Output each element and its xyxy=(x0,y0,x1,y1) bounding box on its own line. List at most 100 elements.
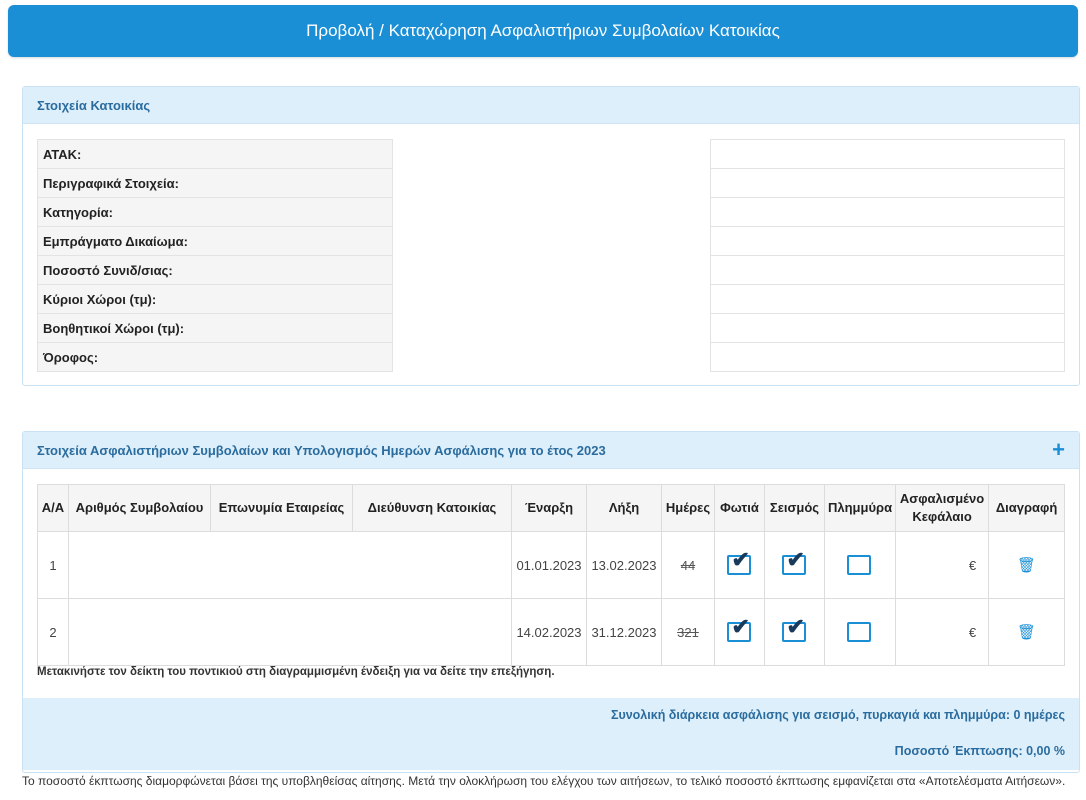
cell-address xyxy=(352,531,512,599)
checkbox-box xyxy=(847,621,872,642)
col-insured-capital: Ασφαλισμένο Κεφάλαιο xyxy=(895,484,990,532)
cell-end: 13.02.2023 xyxy=(586,531,662,599)
field-value xyxy=(710,226,1065,256)
col-address: Διεύθυνση Κατοικίας xyxy=(352,484,512,532)
policies-panel-header: Στοιχεία Ασφαλιστήριων Συμβολαίων και Υπ… xyxy=(23,432,1079,469)
cell-insured-capital: € xyxy=(895,531,990,599)
check-icon: ✔ xyxy=(731,546,750,572)
field-value xyxy=(710,139,1065,169)
days-value[interactable]: 44 xyxy=(681,558,695,573)
field-value xyxy=(392,139,711,169)
residence-info-table: ΑΤΑΚ: Περιγραφικά Στοιχεία: Κατηγορία: Ε… xyxy=(37,139,1065,372)
col-policy-number: Αριθμός Συμβολαίου xyxy=(68,484,211,532)
fire-checkbox[interactable]: ✔ xyxy=(726,548,753,575)
field-label: ΑΤΑΚ: xyxy=(37,139,393,169)
residence-row-floor: Όροφος: xyxy=(37,342,1065,372)
earthquake-checkbox[interactable]: ✔ xyxy=(781,615,808,642)
policies-table: Α/Α Αριθμός Συμβολαίου Επωνυμία Εταιρεία… xyxy=(37,484,1065,666)
hover-hint: Μετακινήστε τον δείκτη του ποντικιού στη… xyxy=(37,666,555,678)
table-row: 2 14.02.2023 31.12.2023 321 ✔ ✔ € 🗑 xyxy=(37,598,1065,666)
field-value xyxy=(392,284,711,314)
cell-aa: 2 xyxy=(37,598,69,666)
residence-panel-title: Στοιχεία Κατοικίας xyxy=(37,97,151,113)
table-row: 1 01.01.2023 13.02.2023 44 ✔ ✔ € 🗑 xyxy=(37,531,1065,599)
cell-flood xyxy=(823,598,897,666)
field-label: Ποσοστό Συνιδ/σιας: xyxy=(37,255,393,285)
residence-panel: Στοιχεία Κατοικίας ΑΤΑΚ: Περιγραφικά Στο… xyxy=(22,86,1080,386)
field-label: Κύριοι Χώροι (τμ): xyxy=(37,284,393,314)
trash-icon[interactable]: 🗑 xyxy=(1017,556,1036,574)
fire-checkbox[interactable]: ✔ xyxy=(726,615,753,642)
col-end: Λήξη xyxy=(586,484,662,532)
checkbox-box xyxy=(847,554,872,575)
total-duration: Συνολική διάρκεια ασφάλισης για σεισμό, … xyxy=(610,708,1065,722)
cell-delete: 🗑 xyxy=(988,598,1065,666)
cell-fire: ✔ xyxy=(714,531,765,599)
field-label: Εμπράγματο Δικαίωμα: xyxy=(37,226,393,256)
trash-icon[interactable]: 🗑 xyxy=(1017,623,1036,641)
field-value xyxy=(392,226,711,256)
earthquake-checkbox[interactable]: ✔ xyxy=(781,548,808,575)
cell-aa: 1 xyxy=(37,531,69,599)
field-value xyxy=(710,197,1065,227)
col-days: Ημέρες xyxy=(661,484,715,532)
field-value xyxy=(392,168,711,198)
col-start: Έναρξη xyxy=(511,484,587,532)
cell-policy-number xyxy=(68,531,211,599)
cell-company xyxy=(210,598,353,666)
field-value xyxy=(710,255,1065,285)
residence-row-aux-area: Βοηθητικοί Χώροι (τμ): xyxy=(37,313,1065,343)
residence-row-atak: ΑΤΑΚ: xyxy=(37,139,1065,169)
residence-row-description: Περιγραφικά Στοιχεία: xyxy=(37,168,1065,198)
check-icon: ✔ xyxy=(786,613,805,639)
check-icon: ✔ xyxy=(786,546,805,572)
discount-percentage: Ποσοστό Έκπτωσης: 0,00 % xyxy=(894,744,1065,758)
field-label: Βοηθητικοί Χώροι (τμ): xyxy=(37,313,393,343)
cell-insured-capital: € xyxy=(895,598,990,666)
cell-start: 14.02.2023 xyxy=(511,598,587,666)
col-company: Επωνυμία Εταιρείας xyxy=(210,484,353,532)
page-header: Προβολή / Καταχώρηση Ασφαλιστήριων Συμβο… xyxy=(8,5,1078,57)
cell-earthquake: ✔ xyxy=(764,531,825,599)
cell-days: 44 xyxy=(661,531,715,599)
field-value xyxy=(392,255,711,285)
residence-row-category: Κατηγορία: xyxy=(37,197,1065,227)
field-value xyxy=(710,168,1065,198)
summary-bar: Συνολική διάρκεια ασφάλισης για σεισμό, … xyxy=(23,698,1079,770)
add-policy-icon[interactable]: + xyxy=(1052,439,1065,461)
field-value xyxy=(710,342,1065,372)
cell-earthquake: ✔ xyxy=(764,598,825,666)
col-fire: Φωτιά xyxy=(714,484,765,532)
cell-days: 321 xyxy=(661,598,715,666)
cell-end: 31.12.2023 xyxy=(586,598,662,666)
col-earthquake: Σεισμός xyxy=(764,484,825,532)
field-value xyxy=(710,313,1065,343)
cell-address xyxy=(352,598,512,666)
col-delete: Διαγραφή xyxy=(988,484,1065,532)
cell-start: 01.01.2023 xyxy=(511,531,587,599)
field-label: Όροφος: xyxy=(37,342,393,372)
field-label: Περιγραφικά Στοιχεία: xyxy=(37,168,393,198)
policies-panel: Στοιχεία Ασφαλιστήριων Συμβολαίων και Υπ… xyxy=(22,431,1080,773)
page-title: Προβολή / Καταχώρηση Ασφαλιστήριων Συμβο… xyxy=(306,21,780,40)
residence-row-coownership: Ποσοστό Συνιδ/σιας: xyxy=(37,255,1065,285)
cell-policy-number xyxy=(68,598,211,666)
field-value xyxy=(710,284,1065,314)
days-value[interactable]: 321 xyxy=(677,625,699,640)
col-flood: Πλημμύρα xyxy=(823,484,897,532)
cell-flood xyxy=(823,531,897,599)
field-value xyxy=(392,342,711,372)
cell-company xyxy=(210,531,353,599)
residence-row-right: Εμπράγματο Δικαίωμα: xyxy=(37,226,1065,256)
field-value xyxy=(392,313,711,343)
residence-panel-header: Στοιχεία Κατοικίας xyxy=(23,87,1079,124)
cell-delete: 🗑 xyxy=(988,531,1065,599)
residence-row-main-area: Κύριοι Χώροι (τμ): xyxy=(37,284,1065,314)
flood-checkbox[interactable] xyxy=(847,620,873,642)
check-icon: ✔ xyxy=(731,613,750,639)
footer-note: Το ποσοστό έκπτωσης διαμορφώνεται βάσει … xyxy=(22,774,1066,788)
flood-checkbox[interactable] xyxy=(847,553,873,575)
policies-panel-title: Στοιχεία Ασφαλιστήριων Συμβολαίων και Υπ… xyxy=(37,442,606,458)
field-label: Κατηγορία: xyxy=(37,197,393,227)
col-aa: Α/Α xyxy=(37,484,69,532)
